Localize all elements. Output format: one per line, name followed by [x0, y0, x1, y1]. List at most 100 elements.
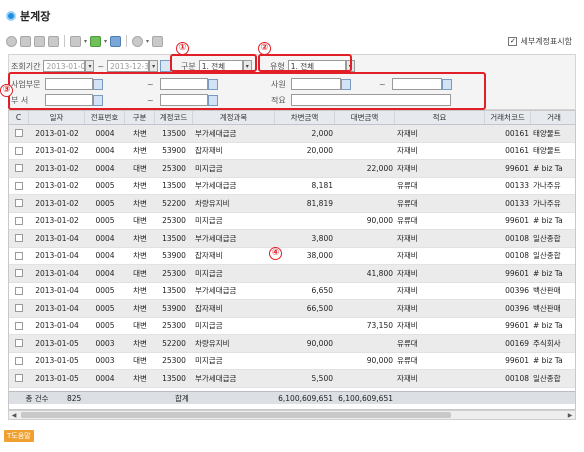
row-check[interactable]	[9, 370, 29, 387]
horizontal-scrollbar[interactable]: ◀ ▶	[8, 410, 576, 420]
table-row[interactable]: 2013-01-02 0005 차변 13500 부가세대급금 8,181 유류대 00133…	[9, 177, 575, 195]
row-checkbox[interactable]	[15, 304, 23, 313]
scroll-left-icon[interactable]: ◀	[9, 411, 19, 419]
copy-icon[interactable]	[20, 35, 31, 47]
row-checkbox[interactable]	[15, 146, 23, 155]
header-voucher[interactable]: 전표번호	[85, 111, 125, 124]
row-checkbox[interactable]	[15, 234, 23, 243]
table-row[interactable]: 2013-01-05 0003 대변 25300 미지급금 90,000 유류대 99601 #…	[9, 352, 575, 370]
table-row[interactable]: 2013-01-02 0004 차변 53900 잡자재비 20,000 자재비 00161 태…	[9, 142, 575, 160]
detail-checkbox[interactable]: ✓	[508, 37, 518, 46]
row-checkbox[interactable]	[15, 129, 23, 138]
total-row: 총 건수 825 합계 6,100,609,651 6,100,609,651	[9, 391, 575, 404]
row-checkbox[interactable]	[15, 269, 23, 278]
row-check[interactable]	[9, 178, 29, 195]
cell-date: 2013-01-04	[35, 321, 79, 331]
excel-icon[interactable]	[90, 35, 102, 47]
row-check[interactable]	[9, 248, 29, 265]
date-from-dropdown-icon[interactable]: ▾	[85, 60, 95, 72]
row-check[interactable]	[9, 318, 29, 335]
delete-icon[interactable]	[48, 35, 59, 47]
row-check[interactable]	[9, 125, 29, 142]
cell-account-name: 부가세대급금	[195, 373, 237, 383]
help-icon[interactable]	[152, 35, 164, 47]
search-icon[interactable]	[110, 35, 122, 47]
row-check[interactable]	[9, 143, 29, 160]
circle-icon[interactable]	[6, 35, 17, 47]
print-icon[interactable]	[70, 35, 81, 47]
header-memo[interactable]: 적요	[395, 111, 485, 124]
row-check[interactable]	[9, 335, 29, 352]
header-client[interactable]: 거래	[531, 111, 575, 124]
annotation-box-1	[170, 54, 257, 72]
row-checkbox[interactable]	[15, 181, 23, 190]
scroll-thumb[interactable]	[21, 412, 451, 418]
cell-voucher: 0005	[95, 198, 115, 208]
row-check[interactable]	[9, 283, 29, 300]
cell-memo: 자재비	[397, 146, 418, 156]
header-check[interactable]: C	[9, 111, 29, 124]
cell-account-name: 차량유지비	[195, 198, 230, 208]
header-client-code[interactable]: 거래처코드	[485, 111, 531, 124]
row-checkbox[interactable]	[15, 216, 23, 225]
row-checkbox[interactable]	[15, 199, 23, 208]
row-check[interactable]	[9, 265, 29, 282]
date-to-dropdown-icon[interactable]: ▾	[149, 60, 159, 72]
table-row[interactable]: 2013-01-04 0004 대변 25300 미지급금 41,800 자재비 99601 #…	[9, 265, 575, 283]
cell-credit	[335, 195, 395, 212]
table-row[interactable]: 2013-01-04 0004 차변 13500 부가세대급금 3,800 자재비 00108…	[9, 230, 575, 248]
cell-account-name: 부가세대급금	[195, 233, 237, 243]
row-check[interactable]	[9, 300, 29, 317]
table-row[interactable]: 2013-01-02 0004 차변 13500 부가세대급금 2,000 자재비 00161…	[9, 125, 575, 143]
cell-date: 2013-01-05	[35, 356, 79, 366]
detail-option[interactable]: ✓ 세부계정표시함	[508, 36, 572, 47]
settings-icon[interactable]	[132, 35, 144, 47]
table-row[interactable]: 2013-01-02 0004 대변 25300 미지급금 22,000 자재비 99601 #…	[9, 160, 575, 178]
toolbar: ▾ ▾ ▾	[6, 32, 164, 50]
table-row[interactable]: 2013-01-04 0004 차변 53900 잡자재비 38,000 자재비 00108 일…	[9, 247, 575, 265]
row-checkbox[interactable]	[15, 356, 23, 365]
row-check[interactable]	[9, 213, 29, 230]
table-row[interactable]: 2013-01-04 0005 차변 13500 부가세대급금 6,650 자재비 00396…	[9, 282, 575, 300]
cell-date: 2013-01-02	[35, 163, 79, 173]
excel-dropdown-icon[interactable]: ▾	[104, 38, 107, 45]
table-row[interactable]: 2013-01-05 0004 차변 13500 부가세대급금 5,500 자재비 00108…	[9, 370, 575, 388]
cell-account-name: 부가세대급금	[195, 181, 237, 191]
cell-memo: 자재비	[397, 251, 418, 261]
scroll-right-icon[interactable]: ▶	[565, 411, 575, 419]
date-to-field[interactable]: 2013-12-31	[107, 60, 150, 72]
cell-account-name: 잡자재비	[195, 303, 223, 313]
table-row[interactable]: 2013-01-04 0005 대변 25300 미지급금 73,150 자재비 99601 #…	[9, 317, 575, 335]
print-dropdown-icon[interactable]: ▾	[84, 38, 87, 45]
row-checkbox[interactable]	[15, 251, 23, 260]
date-from-field[interactable]: 2013-01-01	[43, 60, 86, 72]
row-check[interactable]	[9, 353, 29, 370]
cell-client: 태양물트	[533, 128, 561, 138]
table-row[interactable]: 2013-01-02 0005 차변 52200 차량유지비 81,819 유류대 00133…	[9, 195, 575, 213]
help-status-label[interactable]: T도움말	[4, 430, 34, 442]
header-date[interactable]: 일자	[29, 111, 85, 124]
row-check[interactable]	[9, 195, 29, 212]
row-checkbox[interactable]	[15, 164, 23, 173]
header-debit[interactable]: 차변금액	[275, 111, 335, 124]
header-credit[interactable]: 대변금액	[335, 111, 395, 124]
cell-client-code: 99601	[505, 216, 529, 226]
save-icon[interactable]	[34, 35, 45, 47]
header-account-code[interactable]: 계정코드	[155, 111, 193, 124]
table-row[interactable]: 2013-01-02 0005 대변 25300 미지급금 90,000 유류대 99601 #…	[9, 212, 575, 230]
cell-client: # biz Ta	[533, 163, 563, 173]
row-checkbox[interactable]	[15, 374, 23, 383]
cell-account-name: 차량유지비	[195, 338, 230, 348]
cell-side: 차변	[133, 128, 147, 138]
cell-client: 백산판매	[533, 303, 561, 313]
table-row[interactable]: 2013-01-04 0005 차변 53900 잡자재비 66,500 자재비 00396 백…	[9, 300, 575, 318]
row-check[interactable]	[9, 230, 29, 247]
header-side[interactable]: 구분	[125, 111, 155, 124]
row-checkbox[interactable]	[15, 321, 23, 330]
header-account-name[interactable]: 계정과목	[193, 111, 275, 124]
row-check[interactable]	[9, 160, 29, 177]
settings-dropdown-icon[interactable]: ▾	[146, 38, 149, 45]
table-row[interactable]: 2013-01-05 0003 차변 52200 차량유지비 90,000 유류대 00169…	[9, 335, 575, 353]
row-checkbox[interactable]	[15, 339, 23, 348]
row-checkbox[interactable]	[15, 286, 23, 295]
